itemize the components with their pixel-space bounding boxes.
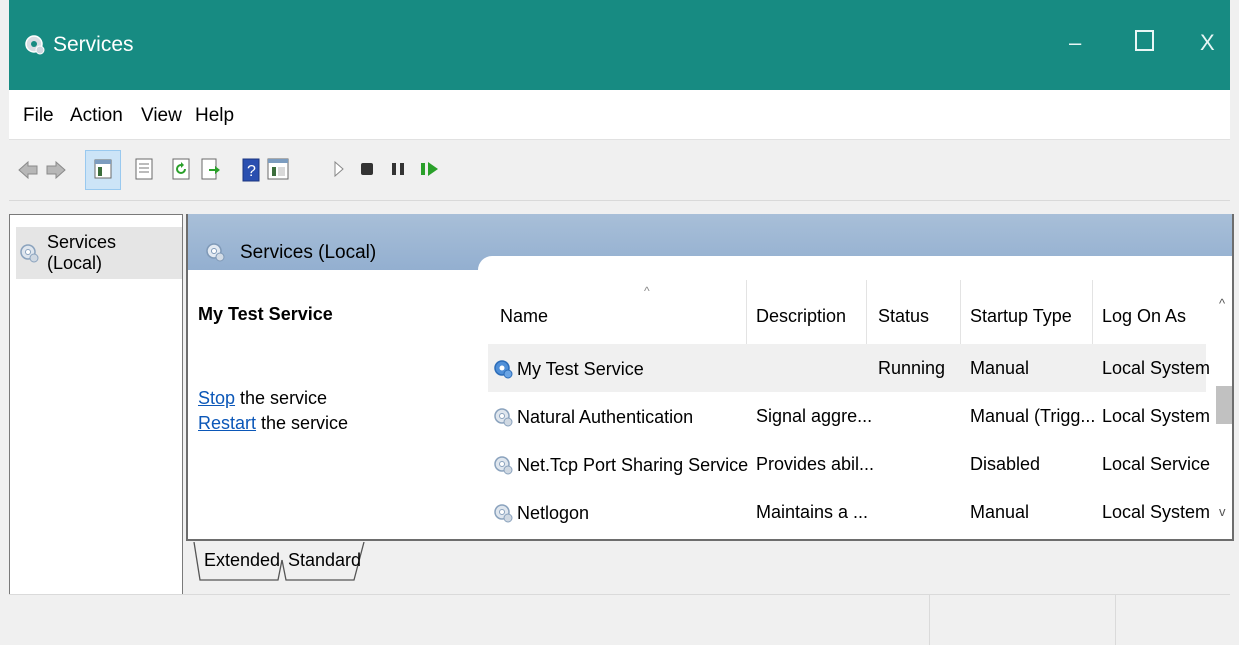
restart-action-text: the service — [256, 413, 349, 433]
view-icon[interactable] — [267, 158, 289, 182]
service-status: Running — [878, 358, 946, 378]
service-logon: Local System — [1102, 406, 1211, 426]
stop-action: Stop the service — [198, 388, 327, 409]
main-pane: Services (Local) My Test Service Stop th… — [186, 214, 1234, 541]
service-startup-type: Manual (Trigg... — [970, 406, 1096, 426]
table-row[interactable]: Netlogon Maintains a ... Manual Local Sy… — [488, 488, 1210, 536]
service-name-cell: My Test Service — [492, 358, 644, 380]
service-name-cell: Natural Authentication — [492, 406, 693, 428]
svg-text:?: ? — [247, 163, 256, 180]
column-separator[interactable] — [746, 280, 747, 354]
service-description: Maintains a ... — [756, 502, 869, 522]
export-list-icon[interactable] — [201, 158, 221, 182]
service-description: Signal aggre... — [756, 406, 873, 426]
table-row[interactable]: Natural Authentication Signal aggre... M… — [488, 392, 1210, 440]
service-description: Provides abil... — [756, 454, 875, 474]
services-gear-icon — [25, 35, 45, 55]
toolbar: ? — [9, 140, 1230, 201]
service-logon: Local System — [1102, 358, 1211, 378]
scroll-down-button[interactable]: v — [1219, 504, 1226, 519]
column-header-name[interactable]: Name — [500, 306, 548, 327]
resume-icon[interactable] — [420, 158, 440, 182]
forward-arrow-icon[interactable] — [45, 158, 67, 182]
service-startup-type: Disabled — [970, 454, 1041, 474]
status-bar — [9, 594, 1230, 645]
service-name-cell: Netlogon — [492, 502, 589, 524]
title-bar: Services – X — [9, 0, 1230, 90]
menu-help[interactable]: Help — [195, 105, 234, 127]
header-tab-shape — [478, 256, 1232, 276]
stop-icon[interactable] — [360, 158, 374, 182]
help-icon[interactable]: ? — [242, 158, 260, 182]
service-name-cell: Net.Tcp Port Sharing Service — [492, 454, 748, 476]
column-separator[interactable] — [866, 280, 867, 354]
service-gear-icon — [494, 456, 513, 475]
service-gear-icon — [494, 408, 513, 427]
header-title: Services (Local) — [240, 242, 377, 263]
services-gear-icon — [20, 244, 39, 263]
service-name: Netlogon — [517, 502, 590, 523]
table-row[interactable]: Net.Tcp Port Sharing Service Provides ab… — [488, 440, 1210, 488]
view-tabs: Extended Standard — [190, 542, 490, 586]
menu-action[interactable]: Action — [70, 105, 123, 127]
window-title: Services — [53, 33, 134, 56]
stop-action-text: the service — [235, 388, 328, 408]
tree-pane: Services (Local) — [9, 214, 183, 596]
menu-bar: File Action View Help — [9, 90, 1230, 140]
back-arrow-icon[interactable] — [17, 158, 39, 182]
column-header-description[interactable]: Description — [756, 306, 846, 327]
column-header-status[interactable]: Status — [878, 306, 929, 327]
service-gear-icon — [494, 360, 513, 379]
service-name: Natural Authentication — [517, 406, 694, 427]
service-startup-type: Manual — [970, 358, 1030, 378]
close-button[interactable]: X — [1200, 30, 1215, 56]
tab-extended[interactable]: Extended — [204, 542, 280, 580]
restart-action: Restart the service — [198, 413, 348, 434]
tree-item-services-local[interactable]: Services (Local) — [16, 227, 182, 279]
column-header-log-on-as[interactable]: Log On As — [1102, 306, 1186, 327]
scroll-up-button[interactable]: ^ — [1219, 296, 1225, 311]
properties-icon[interactable] — [135, 158, 153, 182]
menu-file[interactable]: File — [23, 105, 54, 127]
tree-item-label: Services (Local) — [47, 232, 117, 273]
minimize-button[interactable]: – — [1069, 30, 1081, 56]
start-icon[interactable] — [333, 158, 345, 182]
stop-link[interactable]: Stop — [198, 388, 235, 408]
show-hide-tree-icon[interactable] — [85, 150, 121, 190]
maximize-button[interactable] — [1135, 30, 1154, 57]
vertical-scrollbar[interactable]: ^ v — [1216, 270, 1232, 539]
column-separator[interactable] — [960, 280, 961, 354]
service-name: My Test Service — [517, 358, 644, 379]
tab-standard[interactable]: Standard — [288, 542, 361, 580]
selected-service-name: My Test Service — [198, 304, 333, 324]
column-header-startup-type[interactable]: Startup Type — [970, 306, 1072, 327]
service-logon: Local Service — [1102, 454, 1211, 474]
column-separator[interactable] — [1092, 280, 1093, 354]
service-name: Net.Tcp Port Sharing Service — [517, 454, 749, 475]
sort-indicator: ^ — [644, 284, 650, 298]
table-row[interactable]: My Test Service Running Manual Local Sys… — [488, 344, 1210, 392]
service-logon: Local System — [1102, 502, 1211, 522]
services-gear-icon — [206, 243, 225, 262]
refresh-icon[interactable] — [172, 158, 190, 182]
scroll-thumb[interactable] — [1216, 386, 1232, 424]
restart-link[interactable]: Restart — [198, 413, 256, 433]
service-startup-type: Manual — [970, 502, 1030, 522]
status-divider — [929, 595, 930, 645]
service-gear-icon — [494, 504, 513, 523]
menu-view[interactable]: View — [141, 105, 182, 127]
pause-icon[interactable] — [391, 158, 405, 182]
status-divider — [1115, 595, 1116, 645]
